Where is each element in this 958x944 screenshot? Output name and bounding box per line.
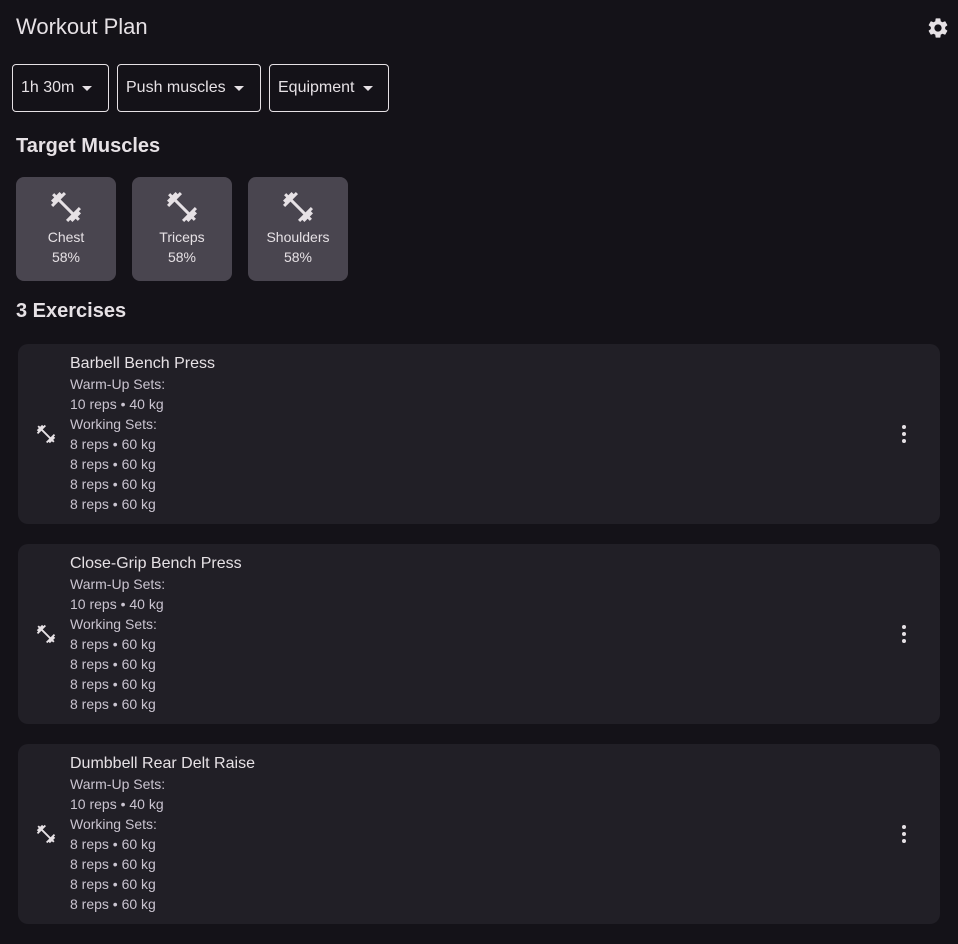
target-muscles-list: Chest 58% Triceps 58% Shoulders 58% [16,177,348,281]
working-set: 8 reps • 60 kg [70,656,156,672]
target-muscles-heading: Target Muscles [16,135,161,157]
muscle-percent: 58% [283,249,313,265]
working-set: 8 reps • 60 kg [70,456,156,472]
muscle-chip-shoulders[interactable]: Shoulders 58% [248,177,348,281]
dumbbell-icon [167,192,197,222]
caret-down-icon [362,85,373,91]
exercise-name: Close-Grip Bench Press [70,555,242,572]
gear-icon[interactable] [926,16,950,40]
dumbbell-icon [283,192,313,222]
muscle-chip-triceps[interactable]: Triceps 58% [132,177,232,281]
working-label: Working Sets: [70,616,157,632]
muscle-name: Shoulders [266,229,330,245]
warmup-label: Warm-Up Sets: [70,376,166,392]
exercise-card[interactable]: Dumbbell Rear Delt Raise Warm-Up Sets: 1… [18,744,940,924]
warmup-set: 10 reps • 40 kg [70,596,164,612]
working-set: 8 reps • 60 kg [70,436,156,452]
exercise-card[interactable]: Barbell Bench Press Warm-Up Sets: 10 rep… [18,344,940,524]
duration-dropdown[interactable]: 1h 30m [12,64,109,112]
muscle-name: Chest [47,229,85,245]
dumbbell-icon [36,624,56,644]
caret-down-icon [233,85,244,91]
working-set: 8 reps • 60 kg [70,896,156,912]
filter-bar: 1h 30m Push muscles Equipment [12,64,389,112]
working-set: 8 reps • 60 kg [70,476,156,492]
muscle-percent: 58% [167,249,197,265]
exercise-name: Barbell Bench Press [70,355,215,372]
warmup-set: 10 reps • 40 kg [70,796,164,812]
exercises-heading: 3 Exercises [16,300,127,322]
exercise-list: Barbell Bench Press Warm-Up Sets: 10 rep… [18,344,940,944]
duration-dropdown-label: 1h 30m [21,79,75,96]
exercise-name: Dumbbell Rear Delt Raise [70,755,255,772]
dumbbell-icon [51,192,81,222]
more-options-icon[interactable] [894,624,914,644]
working-set: 8 reps • 60 kg [70,676,156,692]
warmup-set: 10 reps • 40 kg [70,396,164,412]
working-set: 8 reps • 60 kg [70,496,156,512]
muscle-group-dropdown[interactable]: Push muscles [117,64,261,112]
working-label: Working Sets: [70,416,157,432]
working-set: 8 reps • 60 kg [70,696,156,712]
exercise-card[interactable]: Close-Grip Bench Press Warm-Up Sets: 10 … [18,544,940,724]
caret-down-icon [82,85,93,91]
muscle-chip-chest[interactable]: Chest 58% [16,177,116,281]
working-label: Working Sets: [70,816,157,832]
warmup-label: Warm-Up Sets: [70,776,166,792]
equipment-dropdown[interactable]: Equipment [269,64,389,112]
muscle-name: Triceps [159,229,205,245]
working-set: 8 reps • 60 kg [70,876,156,892]
warmup-label: Warm-Up Sets: [70,576,166,592]
more-options-icon[interactable] [894,824,914,844]
muscle-percent: 58% [51,249,81,265]
equipment-dropdown-label: Equipment [278,79,355,96]
more-options-icon[interactable] [894,424,914,444]
working-set: 8 reps • 60 kg [70,856,156,872]
working-set: 8 reps • 60 kg [70,836,156,852]
muscle-group-dropdown-label: Push muscles [126,79,226,96]
dumbbell-icon [36,424,56,444]
working-set: 8 reps • 60 kg [70,636,156,652]
page-title: Workout Plan [16,14,148,39]
dumbbell-icon [36,824,56,844]
